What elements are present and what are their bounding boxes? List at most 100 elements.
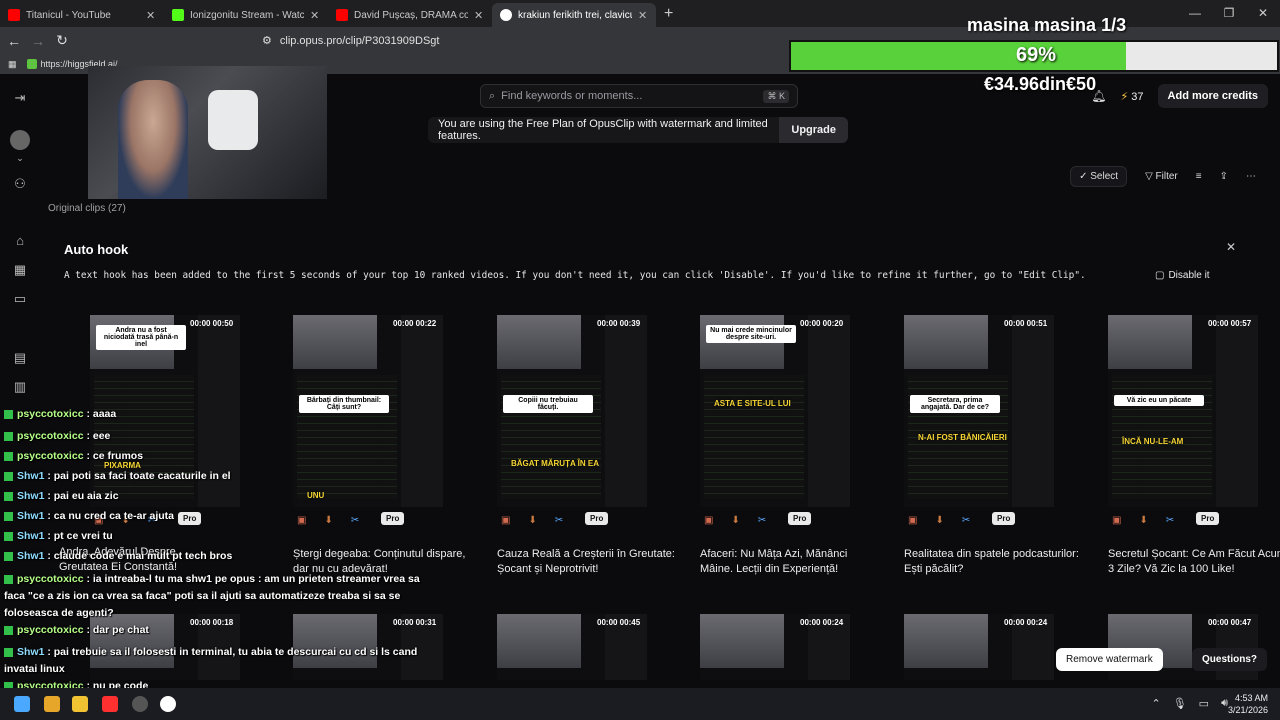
remove-watermark-button[interactable]: Remove watermark xyxy=(1056,648,1163,671)
apps-icon[interactable]: ▦ xyxy=(8,59,17,70)
clip-thumbnail[interactable]: Bărbați din thumbnail: Câți sunt? UNU 00… xyxy=(293,315,443,507)
url-field[interactable]: ⚙ clip.opus.pro/clip/P3031909DSgt xyxy=(262,34,439,48)
chat-badge-icon xyxy=(4,551,13,561)
edit-icon[interactable]: ✂︎ xyxy=(351,515,359,526)
avatar[interactable] xyxy=(10,130,30,150)
obs-icon[interactable] xyxy=(132,696,148,712)
close-icon[interactable]: ✕ xyxy=(1226,240,1236,254)
reload-icon[interactable]: ↻ xyxy=(52,32,72,49)
calendar-icon[interactable]: ▣ xyxy=(908,515,917,526)
collapse-sidebar-icon[interactable]: ⇥ xyxy=(10,88,30,108)
browser-tab-active[interactable]: krakiun ferikith trei, clavicular kal✕ xyxy=(492,3,656,27)
chat-username: psyccotoxicc xyxy=(17,624,84,636)
kick-icon xyxy=(172,9,184,21)
download-icon[interactable]: ⬇︎ xyxy=(935,515,943,526)
clip-title[interactable]: Cauza Reală a Creșterii în Greutate: Șoc… xyxy=(497,547,677,577)
video-frame: Nu mai crede mincinulor despre site-uri.… xyxy=(700,315,808,507)
site-info-icon[interactable]: ⚙ xyxy=(262,34,272,47)
analytics-icon[interactable]: ▥ xyxy=(10,377,30,397)
calendar-icon[interactable]: ▣ xyxy=(297,515,306,526)
goal-progress-bar: 69% xyxy=(789,40,1279,72)
chat-badge-icon xyxy=(4,625,13,635)
chevron-up-icon[interactable]: ⌃ xyxy=(1151,697,1160,710)
sort-icon[interactable]: ≡ xyxy=(1196,171,1202,182)
clip-thumbnail[interactable]: 00:00 00:24 xyxy=(904,614,1054,680)
clip-thumbnail[interactable]: Vă zic eu un păcate ÎNCĂ NU-LE-AM 00:00 … xyxy=(1108,315,1258,507)
network-icon[interactable]: ▭ xyxy=(1199,697,1209,710)
chat-frame xyxy=(501,375,601,499)
disable-autohook-button[interactable]: ▢ Disable it xyxy=(1155,270,1210,281)
browser-tab[interactable]: Ionizgonitu Stream - Watch Live on K✕ xyxy=(164,3,328,27)
edit-icon[interactable]: ✂︎ xyxy=(962,515,970,526)
filter-button[interactable]: ▽ Filter xyxy=(1145,171,1178,182)
free-plan-banner: You are using the Free Plan of OpusClip … xyxy=(428,117,848,143)
calendar-icon[interactable]: ▣ xyxy=(501,515,510,526)
windows-start-icon[interactable] xyxy=(14,696,30,712)
pro-badge: Pro xyxy=(178,512,202,525)
video-frame: Vă zic eu un păcate ÎNCĂ NU-LE-AM xyxy=(1108,315,1216,507)
browser-tab[interactable]: Titanicul - YouTube ✕ xyxy=(0,3,164,27)
questions-button[interactable]: Questions? xyxy=(1192,648,1268,671)
volume-icon[interactable]: 🔊︎ xyxy=(1221,697,1228,710)
chrome-icon[interactable] xyxy=(44,696,60,712)
facecam-frame xyxy=(904,614,988,668)
export-icon[interactable]: ⇪ xyxy=(1220,171,1228,182)
calendar-icon[interactable]: ▤ xyxy=(10,348,30,368)
explorer-icon[interactable] xyxy=(72,696,88,712)
play-icon[interactable] xyxy=(160,696,176,712)
chat-text: : dar pe chat xyxy=(86,624,149,636)
chat-username: Shw1 xyxy=(17,530,45,542)
clip-title[interactable]: Secretul Șocant: Ce Am Făcut Acum 3 Zile… xyxy=(1108,547,1280,577)
download-icon[interactable]: ⬇︎ xyxy=(528,515,536,526)
video-frame xyxy=(700,614,808,680)
chat-badge-icon xyxy=(4,511,13,521)
video-frame: Bărbați din thumbnail: Câți sunt? UNU xyxy=(293,315,401,507)
system-tray: ⌃ 🎙︎ ▭ 🔊︎ xyxy=(1151,697,1228,710)
clip-thumbnail[interactable]: Nu mai crede mincinulor despre site-uri.… xyxy=(700,315,850,507)
upgrade-button[interactable]: Upgrade xyxy=(779,117,848,143)
youtube-icon xyxy=(336,9,348,21)
close-tab-icon[interactable]: ✕ xyxy=(310,9,320,22)
chat-username: Shw1 xyxy=(17,510,45,522)
new-tab-button[interactable]: + xyxy=(656,5,681,27)
close-tab-icon[interactable]: ✕ xyxy=(474,9,484,22)
chat-badge-icon xyxy=(4,409,13,419)
back-icon[interactable]: ← xyxy=(4,33,24,49)
folder-icon[interactable]: ▭ xyxy=(10,289,30,309)
home-icon[interactable]: ⌂ xyxy=(10,231,30,251)
clip-title[interactable]: Afaceri: Nu Mâța Azi, Mănânci Mâine. Lec… xyxy=(700,547,880,577)
edit-icon[interactable]: ✂︎ xyxy=(1166,515,1174,526)
chat-message: Shw1 : pt ce vrei tu xyxy=(4,530,113,542)
grid-icon[interactable]: ▦ xyxy=(10,260,30,280)
goal-percent: 69% xyxy=(1015,44,1057,66)
more-icon[interactable]: ⋯ xyxy=(1246,171,1256,182)
clip-thumbnail[interactable]: 00:00 00:24 xyxy=(700,614,850,680)
edit-icon[interactable]: ✂︎ xyxy=(555,515,563,526)
chevron-down-icon[interactable]: ⌄ xyxy=(10,148,30,168)
download-icon[interactable]: ⬇︎ xyxy=(324,515,332,526)
clip-duration: 00:00 00:45 xyxy=(597,618,641,627)
chat-frame xyxy=(704,375,804,499)
download-icon[interactable]: ⬇︎ xyxy=(1139,515,1147,526)
browser-tab[interactable]: David Pușcaș, DRAMA copilului ABAN✕ xyxy=(328,3,492,27)
search-input[interactable]: ⌕ Find keywords or moments... ⌘ K xyxy=(480,84,798,108)
chat-username: psyccotoxicc xyxy=(17,430,84,442)
chat-text: : pai poti sa faci toate cacaturile in e… xyxy=(47,470,231,482)
close-tab-icon[interactable]: ✕ xyxy=(146,9,156,22)
microphone-icon[interactable]: 🎙︎ xyxy=(1173,697,1187,710)
add-user-icon[interactable]: ⚇ xyxy=(10,174,30,194)
app-icon[interactable] xyxy=(102,696,118,712)
forward-icon[interactable]: → xyxy=(28,33,48,49)
download-icon[interactable]: ⬇︎ xyxy=(731,515,739,526)
select-button[interactable]: ✓ Select xyxy=(1070,166,1128,187)
calendar-icon[interactable]: ▣ xyxy=(704,515,713,526)
clip-thumbnail[interactable]: Secretara, prima angajată. Dar de ce? N-… xyxy=(904,315,1054,507)
edit-icon[interactable]: ✂︎ xyxy=(758,515,766,526)
clip-thumbnail[interactable]: 00:00 00:45 xyxy=(497,614,647,680)
pro-badge: Pro xyxy=(788,512,812,525)
clip-thumbnail[interactable]: Copiii nu trebuiau făcuți. BĂGAT MĂRUȚA … xyxy=(497,315,647,507)
calendar-icon[interactable]: ▣ xyxy=(1112,515,1121,526)
close-tab-icon[interactable]: ✕ xyxy=(638,9,648,22)
clip-title[interactable]: Realitatea din spatele podcasturilor: Eș… xyxy=(904,547,1084,577)
clock[interactable]: 4:53 AM 3/21/2026 xyxy=(1228,692,1268,716)
